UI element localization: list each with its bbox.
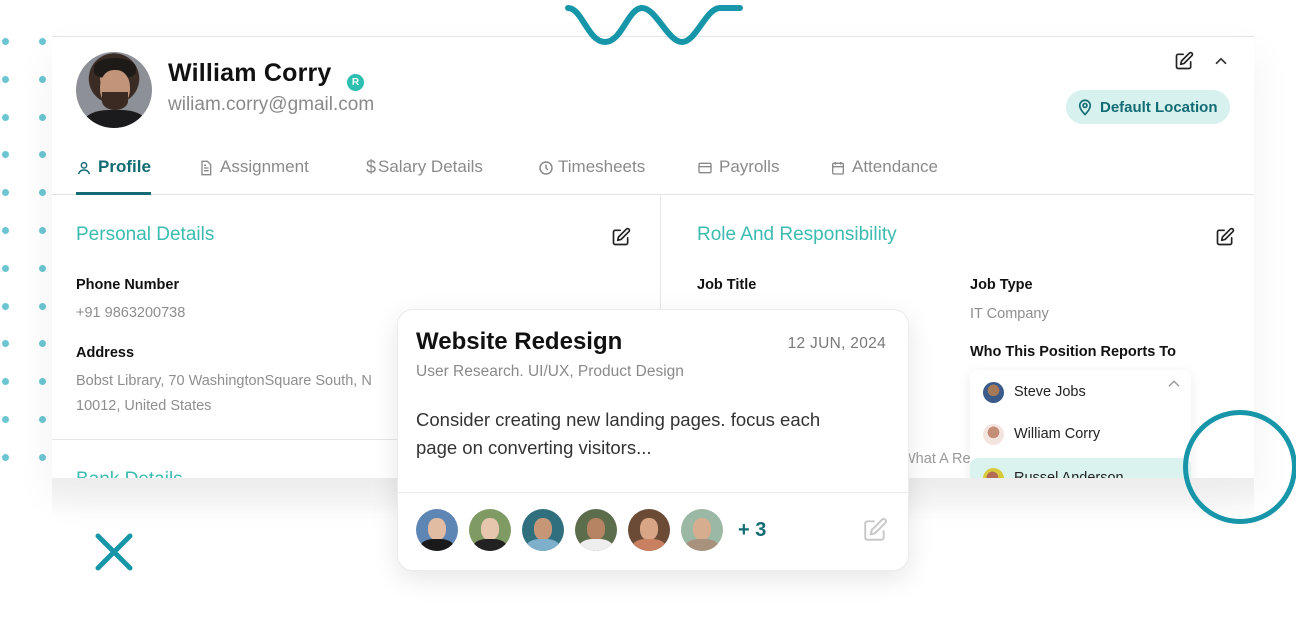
card-icon — [698, 162, 712, 174]
decorative-circle — [1183, 410, 1296, 524]
decorative-dot — [2, 264, 9, 272]
partial-field-label: What A Re — [902, 451, 971, 467]
edit-icon[interactable] — [1215, 227, 1235, 247]
edit-icon[interactable] — [611, 227, 631, 247]
assignee-list: + 3 — [416, 509, 766, 551]
chevron-up-icon[interactable] — [1212, 51, 1230, 71]
decorative-dot — [2, 340, 9, 348]
decorative-dot — [39, 416, 46, 423]
decorative-dot — [2, 302, 9, 310]
clock-icon — [539, 161, 553, 175]
avatar — [983, 423, 1004, 445]
decorative-dot — [39, 151, 46, 159]
edit-icon[interactable] — [862, 517, 888, 543]
profile-email: wiliam.corry@gmail.com — [168, 94, 375, 115]
bank-details-title: Bank Details — [76, 469, 183, 478]
task-tags: User Research. UI/UX, Product Design — [416, 363, 684, 380]
decorative-dot — [39, 453, 46, 461]
address-line-1: Bobst Library, 70 WashingtonSquare South… — [76, 373, 372, 389]
decorative-wave — [565, 4, 743, 46]
decorative-dot — [2, 75, 9, 83]
decorative-dot — [2, 38, 9, 45]
task-description: Consider creating new landing pages. foc… — [416, 409, 821, 458]
user-icon — [77, 161, 91, 175]
assignee-avatar[interactable] — [681, 509, 723, 551]
decorative-dot — [2, 378, 9, 386]
reports-to-label: Who This Position Reports To — [970, 344, 1176, 360]
decorative-dot — [2, 113, 9, 121]
tab-salary-details[interactable]: $ Salary Details — [366, 157, 483, 195]
decorative-dot — [2, 189, 9, 197]
task-card[interactable]: Website Redesign 12 JUN, 2024 User Resea… — [397, 309, 909, 571]
decorative-x — [95, 533, 133, 571]
map-pin-icon — [1078, 99, 1092, 116]
task-divider — [398, 492, 908, 493]
decorative-dot — [39, 302, 46, 310]
tab-payrolls[interactable]: Payrolls — [697, 157, 779, 195]
document-icon — [201, 160, 212, 176]
default-location-button[interactable]: Default Location — [1066, 90, 1230, 124]
address-label: Address — [76, 345, 135, 361]
assignee-avatar[interactable] — [522, 509, 564, 551]
role-responsibility-title: Role And Responsibility — [697, 224, 897, 245]
assignee-avatar[interactable] — [628, 509, 670, 551]
tab-bar: Profile Assignment $ Salary Details Time… — [52, 147, 1254, 195]
avatar — [983, 467, 1004, 478]
more-assignees-count[interactable]: + 3 — [738, 519, 766, 542]
task-title: Website Redesign — [416, 328, 623, 355]
job-title-label: Job Title — [697, 277, 757, 293]
decorative-dot — [39, 113, 46, 121]
decorative-dot — [39, 378, 46, 386]
avatar — [983, 381, 1004, 403]
decorative-dot-grid — [0, 38, 50, 478]
location-label: Default Location — [1100, 98, 1218, 116]
assignee-avatar[interactable] — [469, 509, 511, 551]
phone-value: +91 9863200738 — [76, 305, 186, 321]
decorative-dot — [39, 264, 46, 272]
tab-attendance[interactable]: Attendance — [830, 157, 938, 195]
calendar-icon — [832, 162, 844, 175]
personal-details-title: Personal Details — [76, 224, 215, 245]
address-line-2: 10012, United States — [76, 398, 212, 414]
tab-profile[interactable]: Profile — [76, 157, 151, 195]
decorative-dot — [39, 340, 46, 348]
assignee-avatar[interactable] — [416, 509, 458, 551]
avatar[interactable] — [76, 52, 152, 128]
role-badge: R — [347, 74, 364, 91]
dollar-icon: $ — [366, 157, 377, 177]
reports-to-dropdown[interactable]: Steve Jobs William Corry Russel Anderson — [970, 370, 1191, 478]
decorative-dot — [39, 75, 46, 83]
decorative-dot — [2, 227, 9, 234]
decorative-dot — [2, 416, 9, 423]
assignee-avatar[interactable] — [575, 509, 617, 551]
task-date: 12 JUN, 2024 — [787, 335, 886, 352]
tab-assignment[interactable]: Assignment — [198, 157, 309, 195]
dropdown-option-selected[interactable]: Russel Anderson — [970, 458, 1191, 478]
tab-timesheets[interactable]: Timesheets — [538, 157, 645, 195]
job-type-label: Job Type — [970, 277, 1033, 293]
dropdown-option[interactable]: Steve Jobs — [970, 372, 1191, 412]
decorative-dot — [39, 227, 46, 234]
edit-icon[interactable] — [1174, 51, 1194, 71]
decorative-dot — [2, 151, 9, 159]
decorative-dot — [39, 189, 46, 197]
profile-name: William Corry — [168, 59, 332, 87]
job-type-value: IT Company — [970, 306, 1049, 322]
phone-label: Phone Number — [76, 277, 180, 293]
decorative-dot — [39, 38, 46, 45]
dropdown-option[interactable]: William Corry — [970, 414, 1191, 454]
decorative-dot — [2, 453, 9, 461]
